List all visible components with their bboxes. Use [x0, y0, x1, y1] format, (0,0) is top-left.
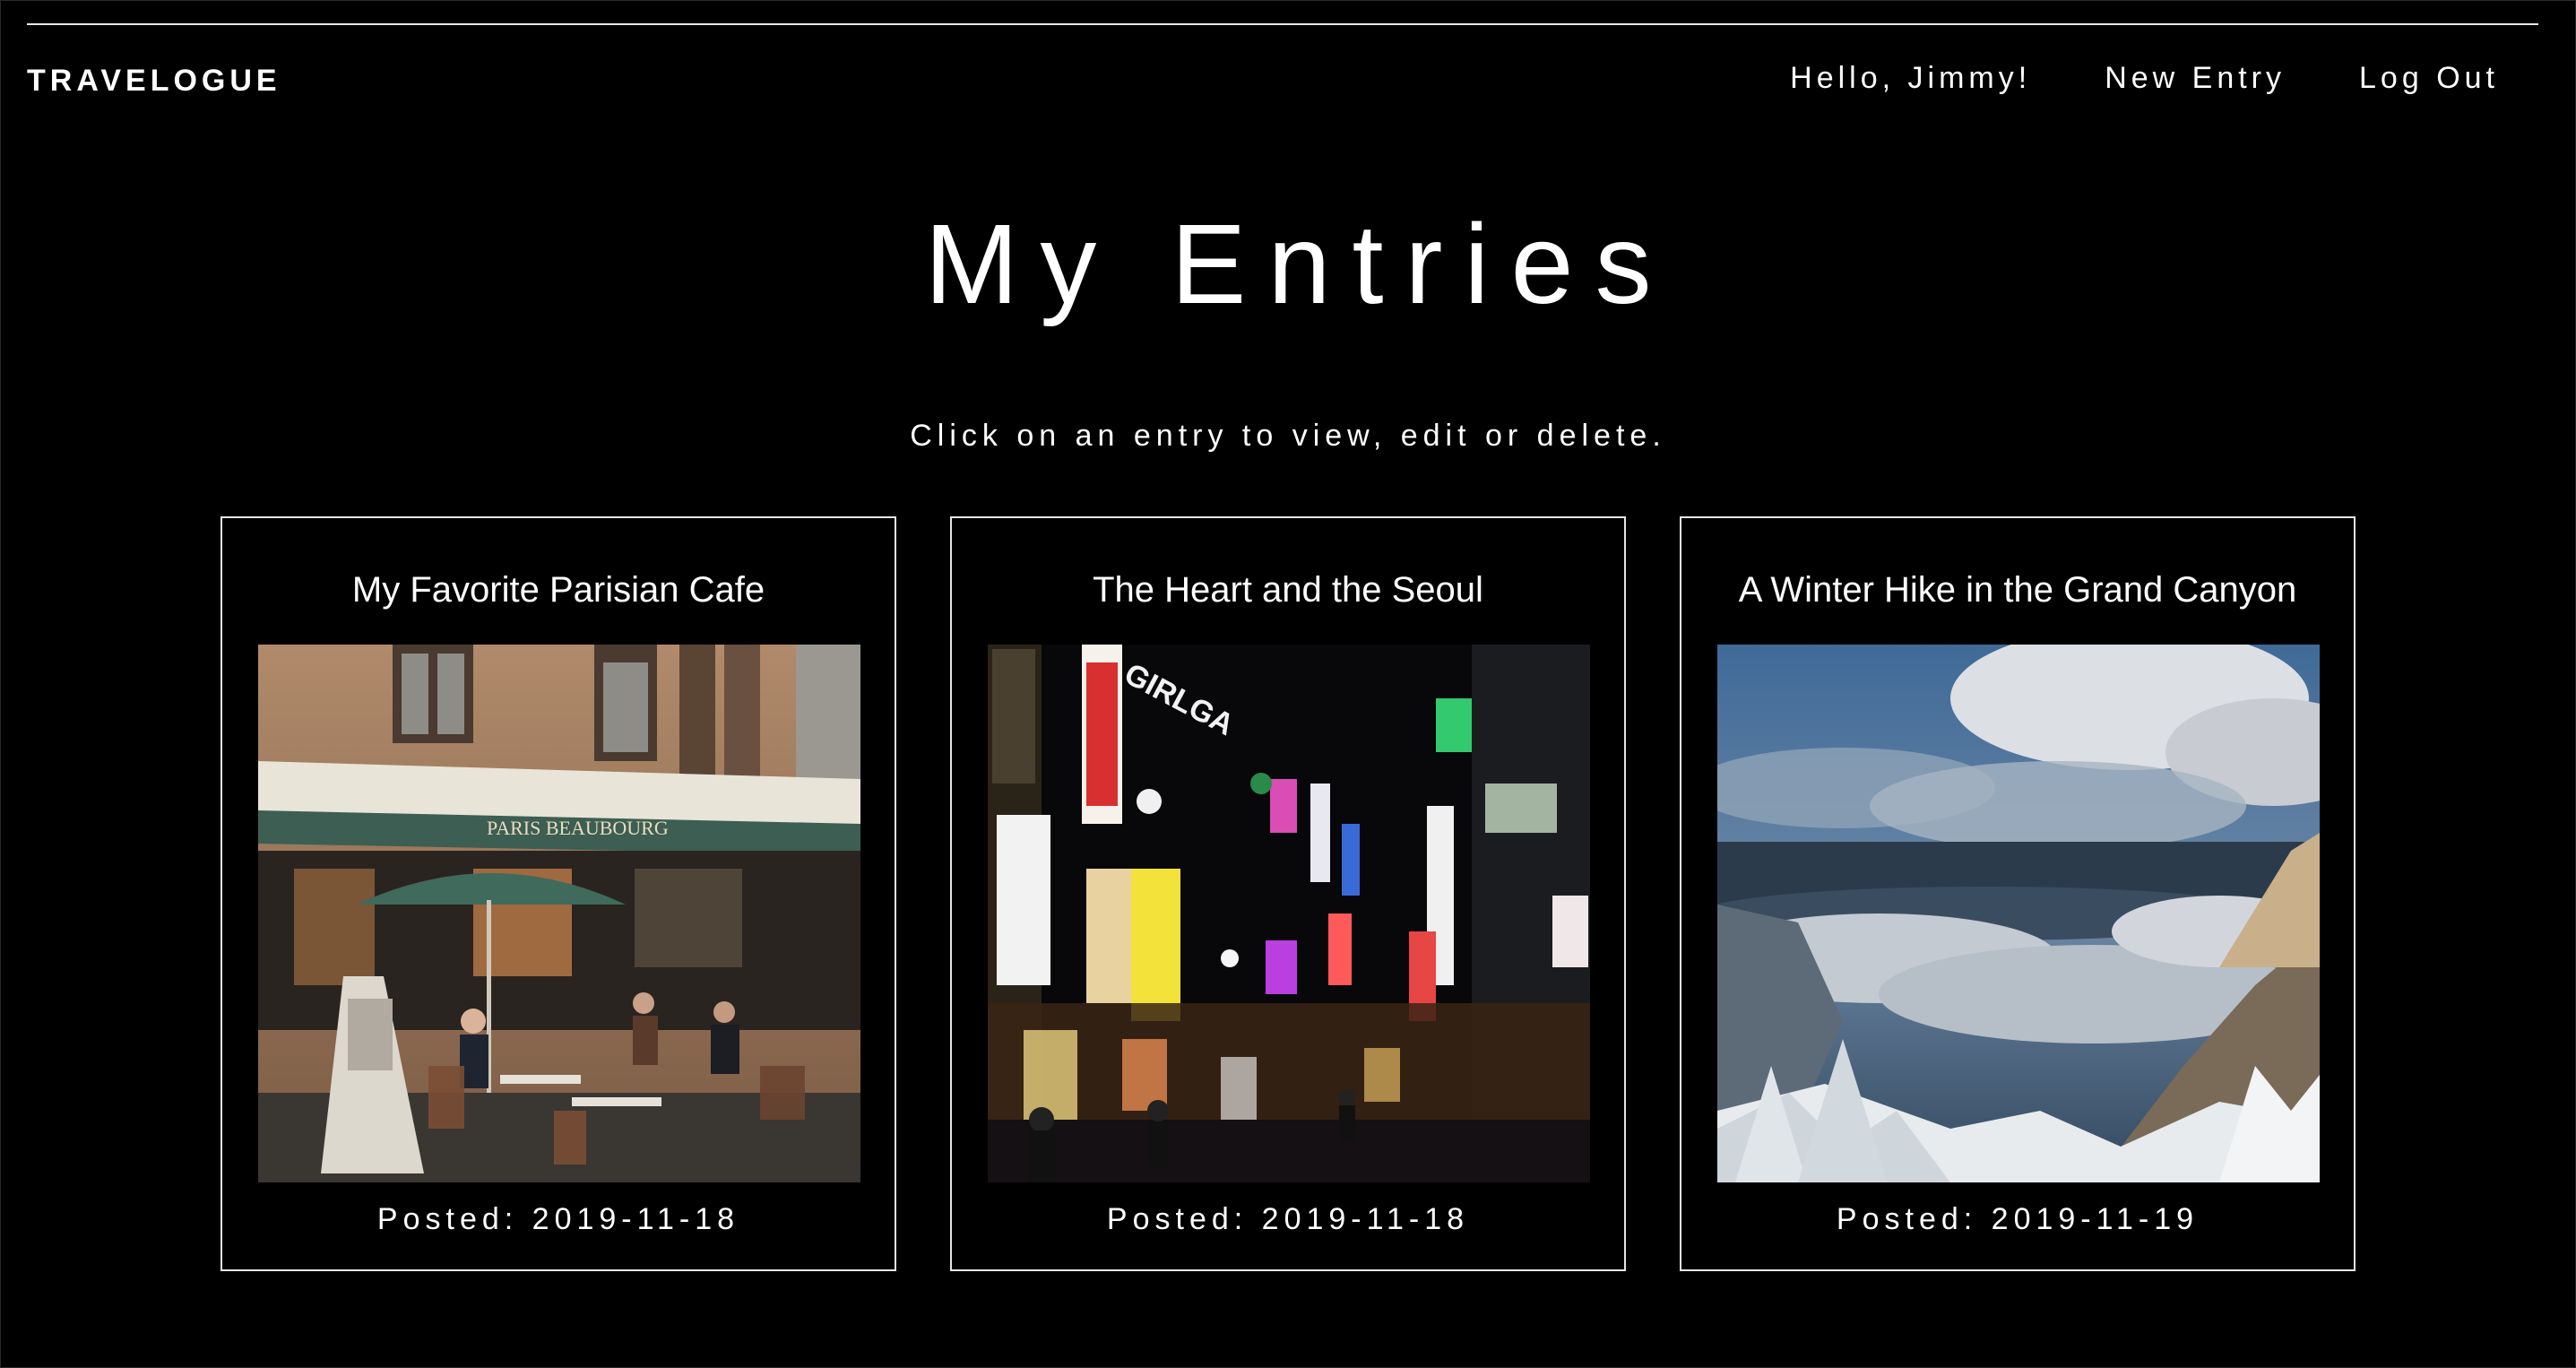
paris-cafe-photo: PARIS BEAUBOURG	[258, 645, 860, 1182]
seoul-night-street-photo: GIRLGA	[988, 645, 1590, 1182]
entry-title: The Heart and the Seoul	[1093, 570, 1483, 610]
awning-sign: PARIS BEAUBOURG	[487, 817, 669, 839]
new-entry-link[interactable]: New Entry	[2105, 60, 2286, 96]
user-greeting: Hello, Jimmy!	[1790, 61, 2032, 95]
page-subtitle: Click on an entry to view, edit or delet…	[910, 419, 1666, 453]
entry-title: My Favorite Parisian Cafe	[351, 570, 765, 610]
top-nav: Hello, Jimmy! New Entry Log Out	[1790, 60, 2499, 96]
page-title: My Entries	[924, 201, 1673, 327]
entry-card[interactable]: My Favorite Parisian Cafe PARIS BEAUBOUR…	[220, 516, 896, 1271]
entry-card[interactable]: A Winter Hike in the Grand Canyon Posted…	[1680, 516, 2356, 1271]
logout-link[interactable]: Log Out	[2359, 60, 2499, 96]
grand-canyon-winter-photo	[1717, 645, 2320, 1182]
entry-posted-date: Posted: 2019-11-19	[1836, 1202, 2200, 1236]
entry-posted-date: Posted: 2019-11-18	[1106, 1202, 1470, 1236]
entries-grid: My Favorite Parisian Cafe PARIS BEAUBOUR…	[220, 516, 2356, 1271]
brand-logo[interactable]: TRAVELOGUE	[27, 63, 281, 99]
entry-title: A Winter Hike in the Grand Canyon	[1738, 570, 2297, 610]
top-divider	[27, 23, 2538, 25]
entry-card[interactable]: The Heart and the Seoul GIRLGA Posted: 2…	[950, 516, 1626, 1271]
entry-posted-date: Posted: 2019-11-18	[376, 1202, 740, 1236]
